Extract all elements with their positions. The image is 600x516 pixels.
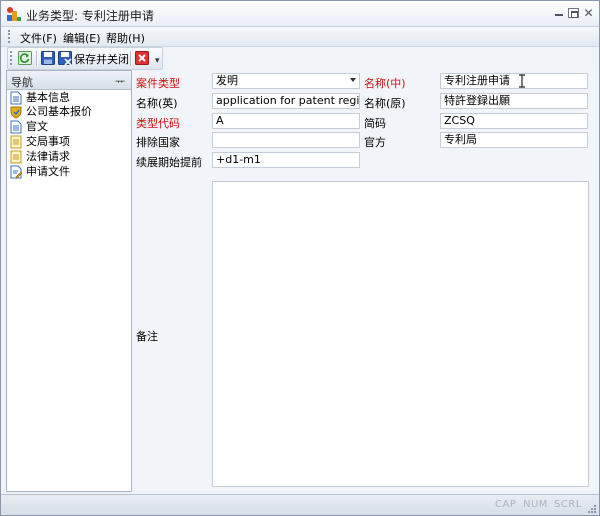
menu-edit[interactable]: 编辑(E) bbox=[60, 29, 104, 47]
nav-item-basic-info[interactable]: 基本信息 bbox=[9, 91, 129, 105]
excluded-countries-field[interactable] bbox=[212, 132, 360, 148]
save-and-close-button[interactable]: 保存并关闭 bbox=[74, 51, 129, 67]
type-code-value: A bbox=[216, 114, 224, 127]
menu-file[interactable]: 文件(F) bbox=[17, 29, 60, 47]
excluded-countries-label: 排除国家 bbox=[136, 134, 180, 150]
toolbar-separator bbox=[130, 51, 132, 66]
type-code-label: 类型代码 bbox=[136, 115, 180, 131]
type-code-field[interactable]: A bbox=[212, 113, 360, 129]
save-icon[interactable] bbox=[41, 51, 55, 65]
save-and-close-icon[interactable] bbox=[58, 51, 72, 65]
form-area: 案件类型 发明 名称(中) 专利注册申请 名称(英) application f… bbox=[132, 70, 594, 490]
app-window: 业务类型: 专利注册申请 ✕ 文件(F) 编辑(E) 帮助(H) 保存并关闭 bbox=[0, 0, 600, 516]
navigation-panel: 导航 ᅲ 基本信息 公司基本报价 官文 bbox=[6, 70, 132, 492]
office-label: 官方 bbox=[364, 134, 386, 150]
scroll-lock-indicator: SCRL bbox=[554, 499, 582, 510]
notepad-icon bbox=[9, 150, 23, 164]
short-code-label: 简码 bbox=[364, 115, 386, 131]
nav-item-label: 申请文件 bbox=[26, 165, 70, 179]
toolbar-grip[interactable] bbox=[10, 51, 15, 65]
nav-title: 导航 bbox=[11, 74, 33, 90]
title-bar[interactable]: 业务类型: 专利注册申请 ✕ bbox=[1, 1, 599, 27]
document-edit-icon bbox=[9, 165, 23, 179]
nav-item-application-files[interactable]: 申请文件 bbox=[9, 165, 129, 179]
short-code-field[interactable]: ZCSQ bbox=[440, 113, 588, 129]
toolbar-overflow-icon[interactable]: ▾ bbox=[155, 56, 160, 66]
delete-icon[interactable] bbox=[135, 51, 149, 65]
nav-item-label: 交局事项 bbox=[26, 135, 70, 149]
nav-header: 导航 ᅲ bbox=[7, 71, 131, 90]
shield-icon bbox=[9, 105, 23, 119]
name-en-field[interactable]: application for patent registrat bbox=[212, 93, 360, 109]
notepad-icon bbox=[9, 135, 23, 149]
minimize-button[interactable] bbox=[554, 8, 565, 18]
extension-start-label: 续展期始提前 bbox=[136, 154, 202, 170]
caps-lock-indicator: CAP bbox=[495, 499, 516, 510]
remarks-textarea[interactable] bbox=[212, 181, 589, 487]
maximize-button[interactable] bbox=[568, 8, 579, 18]
chevron-down-icon[interactable] bbox=[350, 78, 356, 82]
name-en-label: 名称(英) bbox=[136, 95, 178, 111]
app-icon bbox=[6, 6, 22, 22]
nav-item-label: 公司基本报价 bbox=[26, 105, 92, 119]
name-orig-field[interactable]: 特許登録出願 bbox=[440, 93, 588, 109]
name-cn-field[interactable]: 专利注册申请 bbox=[440, 73, 588, 89]
menubar-grip[interactable] bbox=[8, 30, 13, 43]
remarks-label: 备注 bbox=[136, 328, 158, 344]
nav-item-label: 法律请求 bbox=[26, 150, 70, 164]
nav-item-official-docs[interactable]: 官文 bbox=[9, 120, 129, 134]
status-bar: CAP NUM SCRL bbox=[1, 494, 599, 516]
office-value: 专利局 bbox=[444, 133, 477, 146]
nav-item-legal-requests[interactable]: 法律请求 bbox=[9, 150, 129, 164]
refresh-icon[interactable] bbox=[18, 51, 32, 65]
resize-grip-icon[interactable] bbox=[587, 504, 596, 513]
toolbar-separator bbox=[36, 51, 38, 66]
name-cn-label: 名称(中) bbox=[364, 75, 406, 91]
nav-item-company-quote[interactable]: 公司基本报价 bbox=[9, 105, 129, 119]
nav-item-office-matters[interactable]: 交局事项 bbox=[9, 135, 129, 149]
case-type-label: 案件类型 bbox=[136, 75, 180, 91]
nav-item-label: 官文 bbox=[26, 120, 48, 134]
close-button[interactable]: ✕ bbox=[583, 8, 594, 18]
num-lock-indicator: NUM bbox=[523, 499, 548, 510]
name-en-value: application for patent registrat bbox=[216, 94, 360, 107]
toolbar: 保存并关闭 ▾ bbox=[7, 47, 163, 70]
name-cn-value: 专利注册申请 bbox=[444, 74, 510, 87]
nav-item-label: 基本信息 bbox=[26, 91, 70, 105]
pin-icon[interactable]: ᅲ bbox=[115, 73, 125, 89]
menu-bar: 文件(F) 编辑(E) 帮助(H) bbox=[1, 27, 599, 47]
name-orig-value: 特許登録出願 bbox=[444, 94, 510, 107]
text-cursor-icon bbox=[518, 74, 526, 88]
document-icon bbox=[9, 91, 23, 105]
office-field[interactable]: 专利局 bbox=[440, 132, 588, 148]
document-icon bbox=[9, 120, 23, 134]
short-code-value: ZCSQ bbox=[444, 114, 475, 127]
case-type-value: 发明 bbox=[216, 74, 238, 87]
menu-help[interactable]: 帮助(H) bbox=[103, 29, 148, 47]
name-orig-label: 名称(原) bbox=[364, 95, 406, 111]
case-type-select[interactable]: 发明 bbox=[212, 73, 360, 89]
window-title: 业务类型: 专利注册申请 bbox=[26, 7, 154, 24]
extension-start-field[interactable]: +d1-m1 bbox=[212, 152, 360, 168]
extension-start-value: +d1-m1 bbox=[216, 153, 261, 166]
